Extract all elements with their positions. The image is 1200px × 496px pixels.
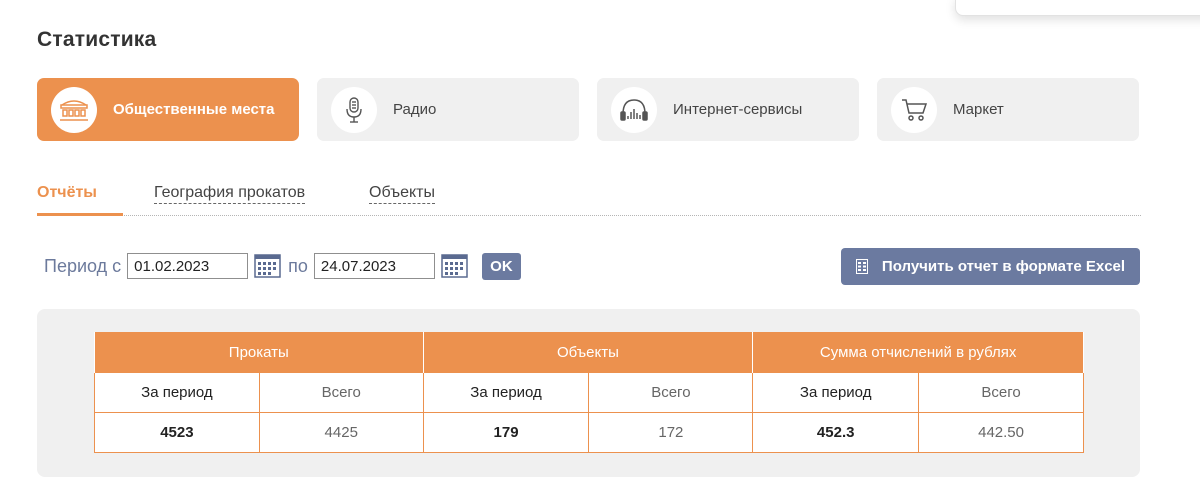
subheader-cell: За период xyxy=(422,372,590,413)
dropdown-popup-edge xyxy=(955,0,1200,16)
value-cell: 4425 xyxy=(258,412,424,453)
cart-icon xyxy=(891,86,937,133)
value-cell: 172 xyxy=(588,412,754,453)
stats-panel: Прокаты Объекты Сумма отчислений в рубля… xyxy=(37,309,1140,477)
category-label: Маркет xyxy=(953,101,1004,118)
period-from-label: Период с xyxy=(44,255,122,276)
category-label: Общественные места xyxy=(113,101,275,118)
category-internet-services[interactable]: Интернет-сервисы xyxy=(597,78,859,141)
excel-button-label: Получить отчет в формате Excel xyxy=(881,258,1126,275)
category-label: Радио xyxy=(393,101,437,118)
value-cell: 4523 xyxy=(94,412,260,453)
subheader-cell: Всего xyxy=(918,372,1084,413)
period-filter: Период с по OK xyxy=(44,252,521,280)
period-to-label: по xyxy=(288,255,308,276)
category-label: Интернет-сервисы xyxy=(673,101,803,118)
report-tabs: Отчёты География прокатов Объекты xyxy=(37,182,1141,216)
period-from-input[interactable] xyxy=(127,253,249,279)
table-row: 4523 4425 179 172 452.3 442.50 xyxy=(94,412,1084,453)
category-market[interactable]: Маркет xyxy=(877,78,1139,141)
tab-reports[interactable]: Отчёты xyxy=(37,184,97,202)
tab-rental-geography[interactable]: География прокатов xyxy=(154,184,306,204)
group-header-objects: Объекты xyxy=(422,332,754,373)
value-cell: 179 xyxy=(422,412,590,453)
headphones-icon xyxy=(611,86,657,133)
subheader-cell: За период xyxy=(752,372,920,413)
table-subheader-row: За период Всего За период Всего За перио… xyxy=(94,372,1084,413)
value-cell: 442.50 xyxy=(918,412,1084,453)
ok-button[interactable]: OK xyxy=(481,252,521,280)
page-title: Статистика xyxy=(37,28,157,51)
subheader-cell: Всего xyxy=(588,372,754,413)
table-group-header-row: Прокаты Объекты Сумма отчислений в рубля… xyxy=(94,332,1084,373)
stats-table: Прокаты Объекты Сумма отчислений в рубля… xyxy=(94,332,1084,453)
tab-label: Отчёты xyxy=(37,184,97,201)
tab-label: География прокатов xyxy=(154,184,306,204)
subheader-cell: Всего xyxy=(258,372,424,413)
excel-export-button[interactable]: Получить отчет в формате Excel xyxy=(841,248,1140,285)
group-header-rentals: Прокаты xyxy=(94,332,424,373)
calendar-icon[interactable] xyxy=(441,254,468,278)
spreadsheet-icon xyxy=(855,259,868,274)
period-to-input[interactable] xyxy=(313,253,435,279)
tab-objects[interactable]: Объекты xyxy=(369,184,435,204)
subheader-cell: За период xyxy=(94,372,260,413)
category-tabs: Общественные места Радио Интернет-сервис… xyxy=(37,78,1139,141)
category-public-places[interactable]: Общественные места xyxy=(37,78,299,141)
category-radio[interactable]: Радио xyxy=(317,78,579,141)
value-cell: 452.3 xyxy=(752,412,920,453)
active-tab-underline xyxy=(37,213,123,216)
calendar-icon[interactable] xyxy=(254,254,281,278)
group-header-payments: Сумма отчислений в рублях xyxy=(752,332,1084,373)
microphone-icon xyxy=(331,86,377,133)
tab-label: Объекты xyxy=(369,184,435,204)
building-icon xyxy=(51,86,97,133)
